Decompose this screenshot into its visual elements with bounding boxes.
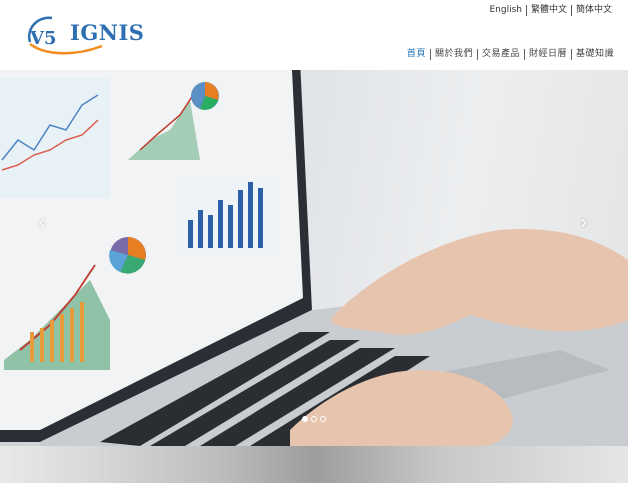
nav-item-products[interactable]: 交易產品 xyxy=(478,48,524,60)
site-header: V5 IGNIS English 繁體中文 簡体中文 首頁 關於我們 交易產品 … xyxy=(0,0,628,70)
screen-pie-chart xyxy=(191,82,219,110)
hero-carousel[interactable]: ‹ › xyxy=(0,70,628,446)
carousel-indicators xyxy=(302,416,326,422)
screen-bar-chart xyxy=(180,180,280,250)
nav-item-home[interactable]: 首頁 xyxy=(403,48,430,60)
nav-item-calendar[interactable]: 財經日曆 xyxy=(525,48,571,60)
main-nav: 首頁 關於我們 交易產品 財經日曆 基礎知識 xyxy=(403,48,618,60)
secondary-banner xyxy=(0,446,628,483)
lang-traditional-chinese[interactable]: 繁體中文 xyxy=(527,4,571,16)
lang-simplified-chinese[interactable]: 簡体中文 xyxy=(572,4,616,16)
nav-item-knowledge[interactable]: 基礎知識 xyxy=(572,48,618,60)
carousel-dot-1[interactable] xyxy=(302,416,308,422)
logo-mark-text: V5 xyxy=(29,28,57,49)
carousel-dot-3[interactable] xyxy=(320,416,326,422)
screen-chart-lines xyxy=(0,78,110,198)
lang-english[interactable]: English xyxy=(485,4,526,16)
carousel-dot-2[interactable] xyxy=(311,416,317,422)
nav-item-about[interactable]: 關於我們 xyxy=(431,48,477,60)
site-logo[interactable]: V5 IGNIS xyxy=(24,12,144,60)
carousel-next-button[interactable]: › xyxy=(580,210,588,234)
carousel-prev-button[interactable]: ‹ xyxy=(38,210,46,234)
language-switcher: English 繁體中文 簡体中文 xyxy=(485,4,616,16)
logo-text: IGNIS xyxy=(70,20,145,45)
hero-image xyxy=(0,70,628,446)
